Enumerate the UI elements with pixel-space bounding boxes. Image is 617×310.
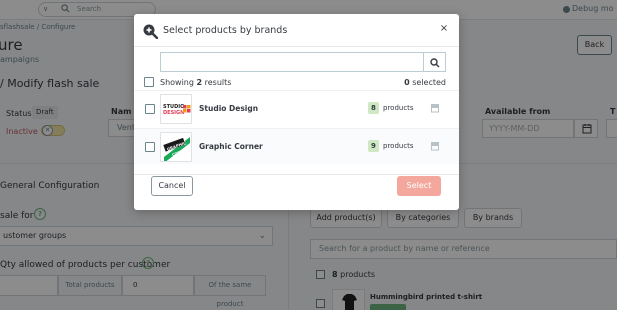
brand-checkbox[interactable] <box>145 104 155 114</box>
cancel-button[interactable]: Cancel <box>151 176 193 196</box>
select-button[interactable]: Select <box>397 176 441 196</box>
list-item[interactable]: STUDIO DESIGN Studio Design 8 products <box>134 90 459 126</box>
brand-checkbox[interactable] <box>145 142 155 152</box>
showing-results: Showing 2 results <box>160 78 231 87</box>
store-icon <box>431 104 439 113</box>
modal-header: Select products by brands × <box>134 14 459 47</box>
graphic-corner-logo: GRAPHIC CORNER <box>160 132 192 162</box>
product-count-badge: 8 <box>368 102 379 114</box>
graphic-corner-logo-mark: GRAPHIC CORNER <box>163 137 190 161</box>
modal-title: Select products by brands <box>163 25 288 36</box>
select-all-brands-checkbox[interactable] <box>144 77 154 87</box>
studio-design-logo: STUDIO DESIGN <box>160 94 192 124</box>
results-summary: Showing 2 results 0 selected <box>144 77 446 89</box>
studio-logo-line2: DESIGN <box>163 110 184 116</box>
search-plus-icon <box>143 24 158 39</box>
store-icon <box>431 142 439 151</box>
search-icon <box>430 58 440 68</box>
product-count-label: products <box>383 104 414 112</box>
showing-suffix: results <box>202 78 232 87</box>
select-brands-modal: Select products by brands × Showing 2 re… <box>134 14 459 210</box>
brand-search-input[interactable] <box>160 52 423 72</box>
brand-name: Graphic Corner <box>199 142 263 151</box>
selected-suffix: selected <box>409 78 446 87</box>
close-icon[interactable]: × <box>438 22 450 36</box>
brand-name: Studio Design <box>199 104 259 113</box>
product-count-badge: 9 <box>368 140 379 152</box>
product-count-label: products <box>383 142 414 150</box>
studio-design-logo-mark: STUDIO DESIGN <box>163 104 191 116</box>
brand-search-button[interactable] <box>423 52 446 72</box>
list-item[interactable]: GRAPHIC CORNER Graphic Corner 9 products <box>134 128 459 164</box>
selected-count: 0 selected <box>404 78 446 87</box>
showing-prefix: Showing <box>160 78 197 87</box>
